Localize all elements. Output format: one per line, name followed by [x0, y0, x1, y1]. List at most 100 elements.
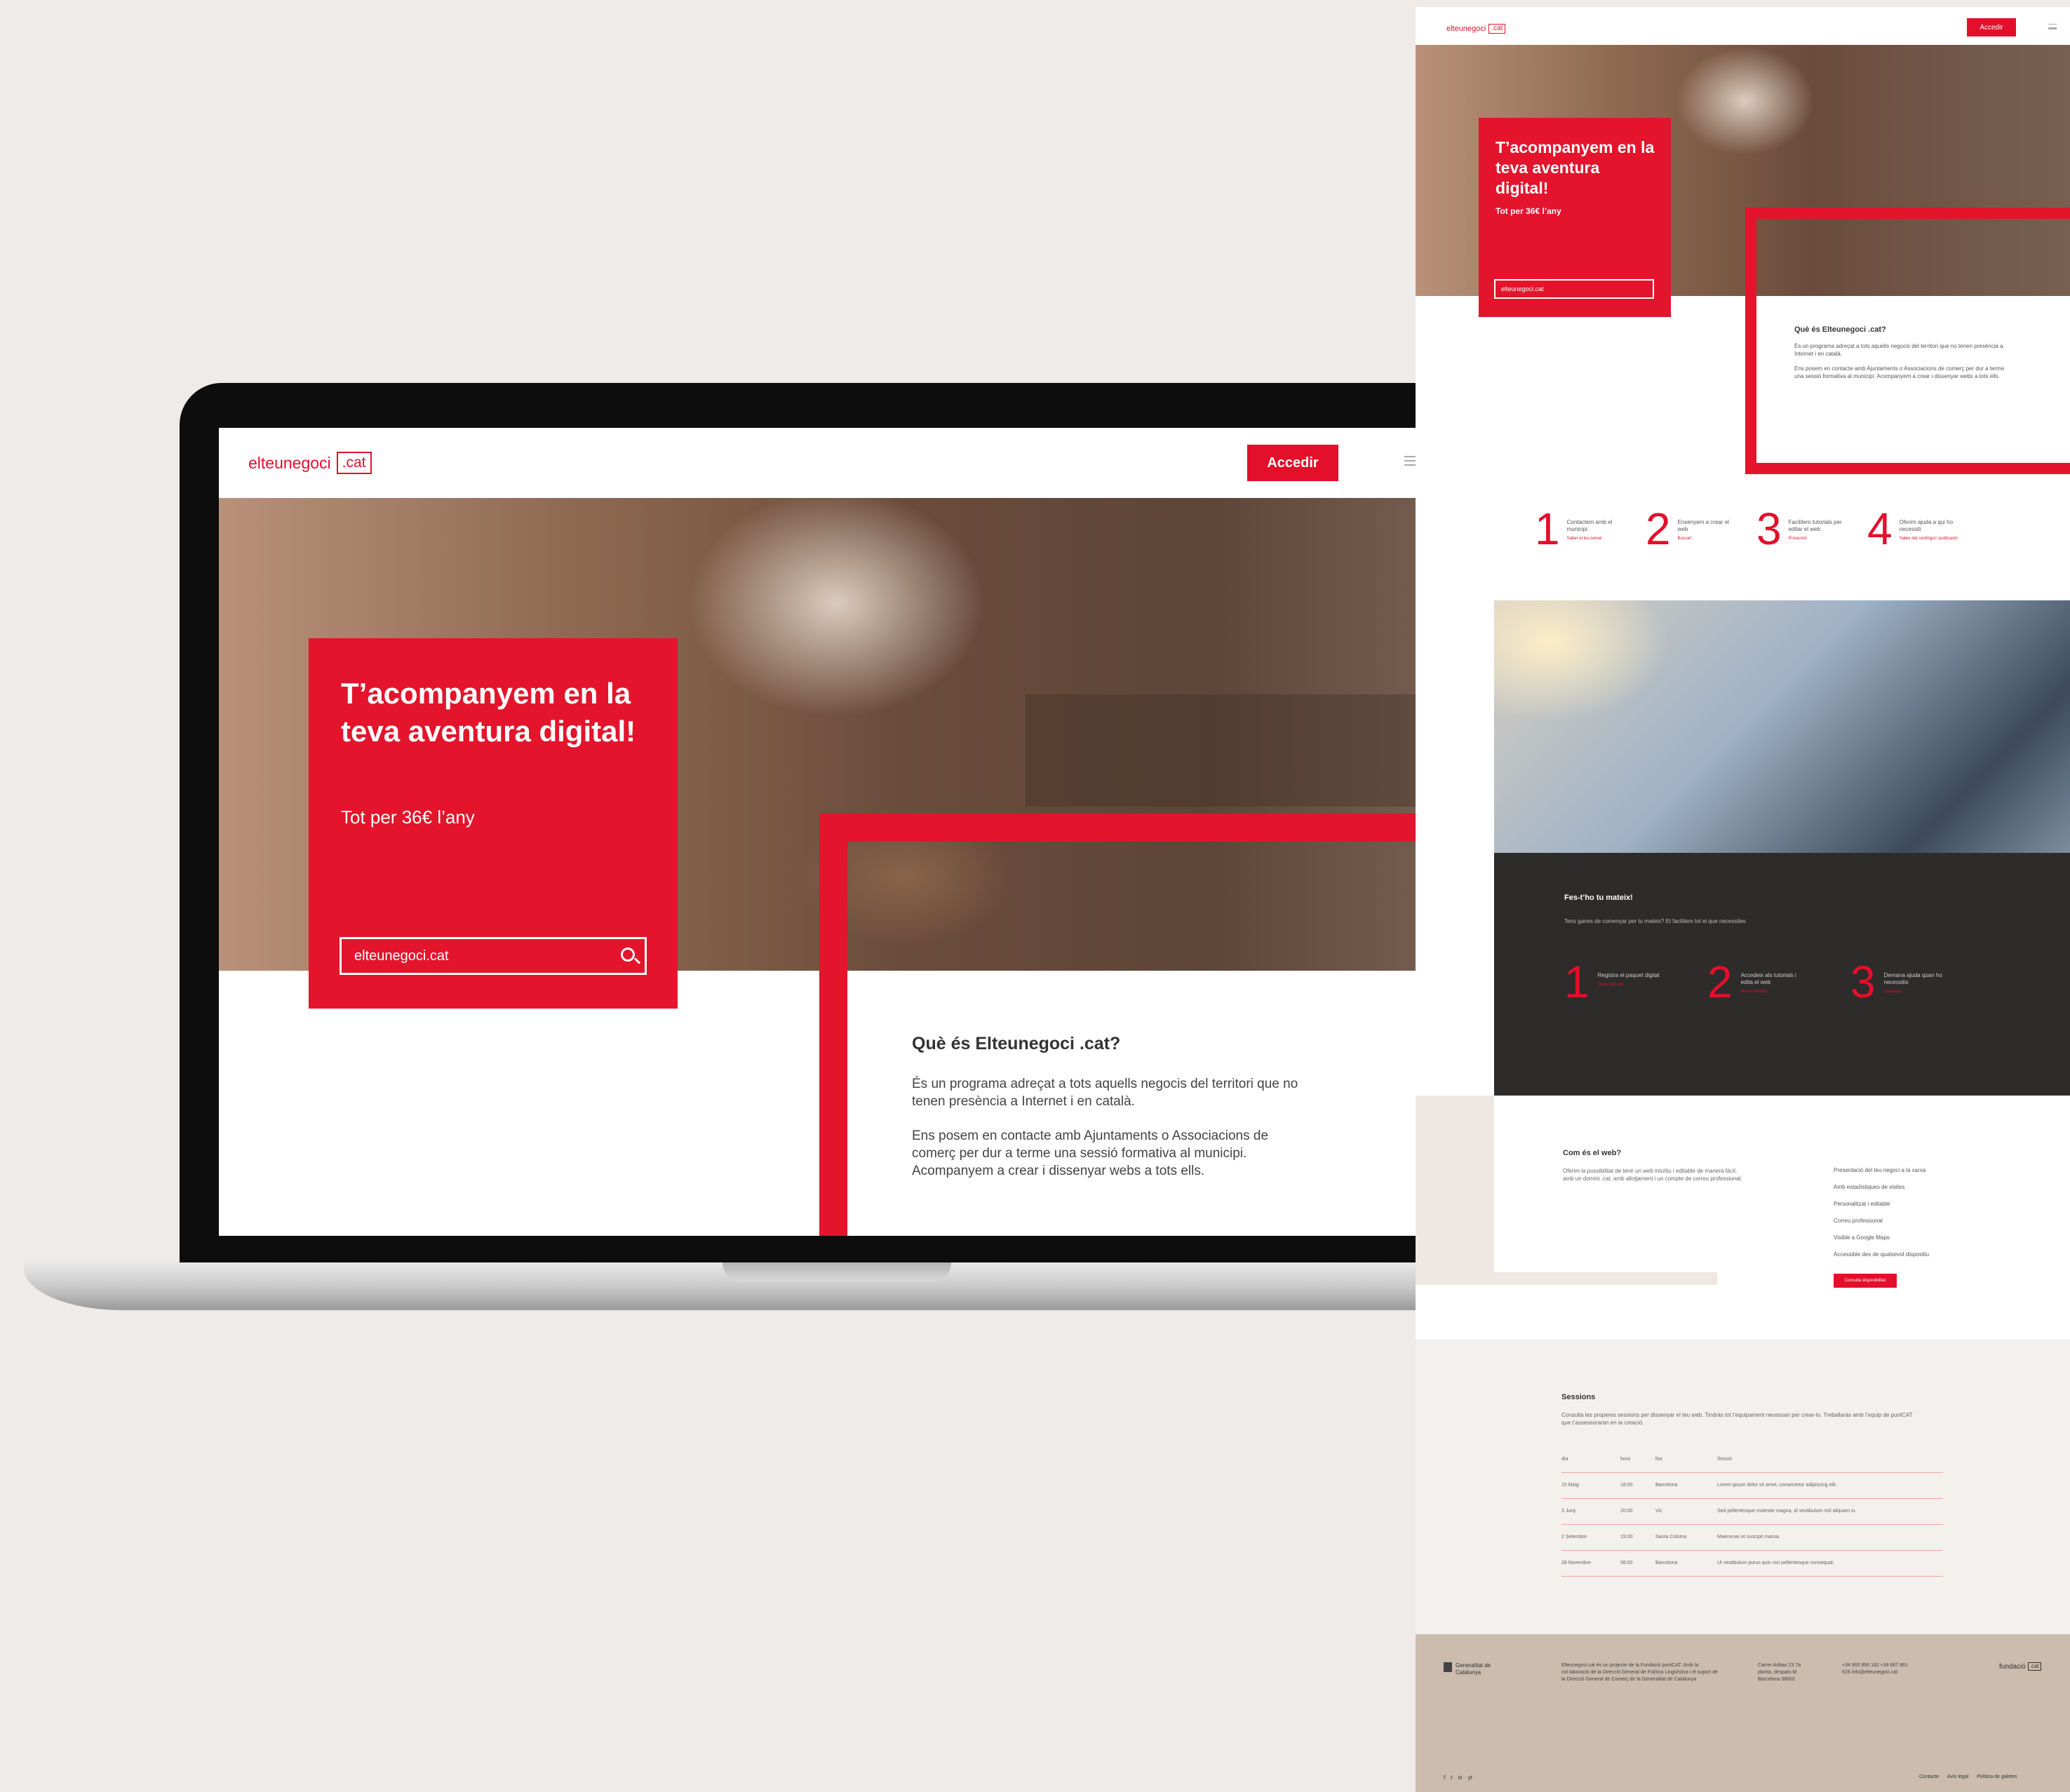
step-number: 2	[1646, 504, 1671, 554]
table-cell: Ut vestibulum purus quis nisi pellentesq…	[1717, 1550, 1943, 1577]
table-cell: 28 Novembre	[1561, 1550, 1620, 1577]
diy-section: Fes-t’ho tu mateix! Tens ganes de començ…	[1494, 853, 2070, 1096]
page-domain-search-input[interactable]: elteunegoci.cat	[1494, 279, 1654, 299]
full-page-preview: elteunegoci .cat Accedir T’acompanyem en…	[1416, 7, 2070, 1792]
table-cell: Vic	[1655, 1498, 1717, 1525]
social-links: f t in yt	[1444, 1774, 1472, 1781]
table-cell: 18:00	[1620, 1472, 1655, 1499]
page-hero-title: T’acompanyem en la teva aventura digital…	[1496, 138, 1655, 197]
feature-item: Personalitzat i editable	[1834, 1201, 1890, 1207]
table-cell: Lorem ipsum dolor sit amet, consectetur …	[1717, 1472, 1943, 1499]
generalitat-icon	[1444, 1662, 1452, 1672]
table-row[interactable]: 2 Setembre 19:00 Santa Coloma Maecenas e…	[1561, 1524, 1943, 1551]
page-hero-subtitle: Tot per 36€ l’any	[1496, 206, 1561, 216]
column-header: hora	[1620, 1446, 1655, 1473]
hero-background-band	[1026, 694, 1455, 807]
diy-step-link[interactable]: Veure tutorials	[1741, 988, 1804, 995]
diy-step-item: 3 Demana ajuda quan ho necessitis Contact…	[1850, 959, 1994, 1004]
step-item: 2 Ensenyem a crear el web Buscar!	[1646, 506, 1756, 551]
step-link[interactable]: Saber el teu servei	[1567, 535, 1630, 542]
web-heading: Com és el web?	[1563, 1149, 1622, 1157]
table-cell: 2 Setembre	[1561, 1524, 1620, 1551]
step-link[interactable]: Buscar!	[1678, 535, 1741, 542]
table-cell: Barcelona	[1655, 1550, 1717, 1577]
steps-row: 1 Contactem amb el municipi Saber el teu …	[1535, 506, 2026, 551]
table-cell: 08:00	[1620, 1550, 1655, 1577]
page-logo-tld: .cat	[1488, 24, 1506, 34]
accedir-button[interactable]: Accedir	[1247, 445, 1338, 481]
step-item: 3 Facilitem tutorials per editar el web P…	[1756, 506, 1867, 551]
footer-link-contacte[interactable]: Contacte	[1919, 1774, 1939, 1779]
table-cell: 15 Maig	[1561, 1472, 1620, 1499]
sessions-heading: Sessions	[1561, 1393, 1596, 1401]
table-cell: Barcelona	[1655, 1472, 1717, 1499]
table-cell: 20:00	[1620, 1498, 1655, 1525]
laptop-screen: elteunegoci .cat Accedir T’acompanyem en…	[219, 428, 1455, 1236]
search-icon[interactable]	[621, 948, 635, 962]
page-logo-name: elteunegoci	[1446, 25, 1486, 33]
laptop-notch	[723, 1262, 951, 1282]
page-about-paragraph-2: Ens posem en contacte amb Ajuntaments o …	[1794, 365, 2005, 379]
hero-title: T’acompanyem en la teva aventura digital…	[341, 677, 636, 748]
domain-search-input[interactable]: elteunegoci.cat	[340, 937, 647, 975]
diy-heading: Fes-t’ho tu mateix!	[1564, 894, 1633, 902]
page-hero-card: T’acompanyem en la teva aventura digital…	[1479, 118, 1671, 317]
hero-subtitle: Tot per 36€ l’any	[341, 807, 475, 828]
diy-step-number: 1	[1564, 957, 1590, 1007]
logo[interactable]: elteunegoci .cat	[248, 452, 372, 474]
diy-step-text: Registra el paquet digital	[1597, 972, 1660, 978]
diy-intro: Tens ganes de començar per tu mateix? Et…	[1564, 918, 1746, 924]
table-cell: Sed pellentesque molestie magna, id vest…	[1717, 1498, 1943, 1525]
table-cell: Maecenas et suscipit massa.	[1717, 1524, 1943, 1551]
generalitat-name: Generalitat de Catalunya	[1456, 1662, 1491, 1676]
step-text: Oferim ajuda a qui ho necessiti	[1899, 519, 1954, 532]
step-item: 4 Oferim ajuda a qui ho necessiti Saber d…	[1867, 506, 1978, 551]
table-row[interactable]: 3 Juny 20:00 Vic Sed pellentesque molest…	[1561, 1498, 1943, 1525]
column-header: lloc	[1655, 1446, 1717, 1473]
footer-link-avis-legal[interactable]: Avís legal	[1947, 1774, 1968, 1779]
about-section: Què és Elteunegoci .cat? És un programa …	[912, 1034, 1305, 1197]
feature-item: Presentació del teu negoci a la xarxa	[1834, 1167, 1926, 1173]
fundacio-name: fundació	[1999, 1662, 2026, 1671]
youtube-icon[interactable]: yt	[1468, 1774, 1472, 1781]
page-domain-search-value: elteunegoci.cat	[1501, 285, 1544, 292]
page-about-heading: Què és Elteunegoci .cat?	[1794, 325, 1886, 334]
generalitat-logo[interactable]: Generalitat de Catalunya	[1444, 1662, 1498, 1676]
diy-step-item: 1 Registra el paquet digital Comença ara	[1564, 959, 1707, 1004]
page-menu-icon[interactable]	[2048, 24, 2057, 29]
sessions-table: dia hora lloc Sessió 15 Maig 18:00 Barce…	[1561, 1446, 1943, 1577]
footer-contact[interactable]: +34 900 866 182 +34 667 861 615 info@elt…	[1842, 1662, 1912, 1676]
linkedin-icon[interactable]: in	[1458, 1774, 1462, 1781]
diy-step-item: 2 Accedeix als tutorials i edita el web V…	[1707, 959, 1850, 1004]
step-link[interactable]: Prova-ho!	[1789, 535, 1852, 542]
feature-item: Accessible des de qualsevol dispositiu	[1834, 1251, 1930, 1258]
about-paragraph-2: Ens posem en contacte amb Ajuntaments o …	[912, 1129, 1269, 1178]
about-paragraph-1: És un programa adreçat a tots aquells ne…	[912, 1077, 1298, 1109]
facebook-icon[interactable]: f	[1444, 1774, 1445, 1781]
page-accedir-button[interactable]: Accedir	[1967, 18, 2016, 36]
diy-step-link[interactable]: Comença ara	[1598, 981, 1661, 988]
availability-button[interactable]: Consulta disponibilitat	[1834, 1274, 1897, 1288]
diy-step-number: 2	[1707, 957, 1733, 1007]
table-row[interactable]: 28 Novembre 08:00 Barcelona Ut vestibulu…	[1561, 1550, 1943, 1577]
about-heading: Què és Elteunegoci .cat?	[912, 1034, 1121, 1053]
page-logo[interactable]: elteunegoci .cat	[1446, 24, 1506, 34]
step-item: 1 Contactem amb el municipi Saber el teu …	[1535, 506, 1646, 551]
footer-about: Elteunegoci.cat és un projecte de la Fun…	[1561, 1663, 1718, 1682]
feature-item: Amb estadístiques de visites	[1834, 1184, 1905, 1190]
page-about-paragraph-1: És un programa adreçat a tots aquells ne…	[1794, 343, 2003, 357]
footer-link-galetes[interactable]: Política de galetes	[1977, 1774, 2017, 1779]
step-number: 3	[1756, 504, 1782, 554]
step-text: Ensenyem a crear el web	[1677, 519, 1729, 532]
twitter-icon[interactable]: t	[1451, 1774, 1452, 1781]
fundacio-logo[interactable]: fundació .cat	[1999, 1662, 2041, 1671]
column-header: Sessió	[1717, 1446, 1943, 1473]
column-header: dia	[1561, 1446, 1620, 1473]
fundacio-tag: .cat	[2027, 1662, 2041, 1671]
step-text: Contactem amb el municipi	[1566, 519, 1613, 532]
diy-step-link[interactable]: Contacta	[1884, 988, 1947, 995]
step-link[interactable]: Saber del contingut i publicació	[1900, 535, 1963, 542]
table-cell: Santa Coloma	[1655, 1524, 1717, 1551]
step-text: Facilitem tutorials per editar el web	[1788, 519, 1842, 532]
table-row[interactable]: 15 Maig 18:00 Barcelona Lorem ipsum dolo…	[1561, 1472, 1943, 1499]
